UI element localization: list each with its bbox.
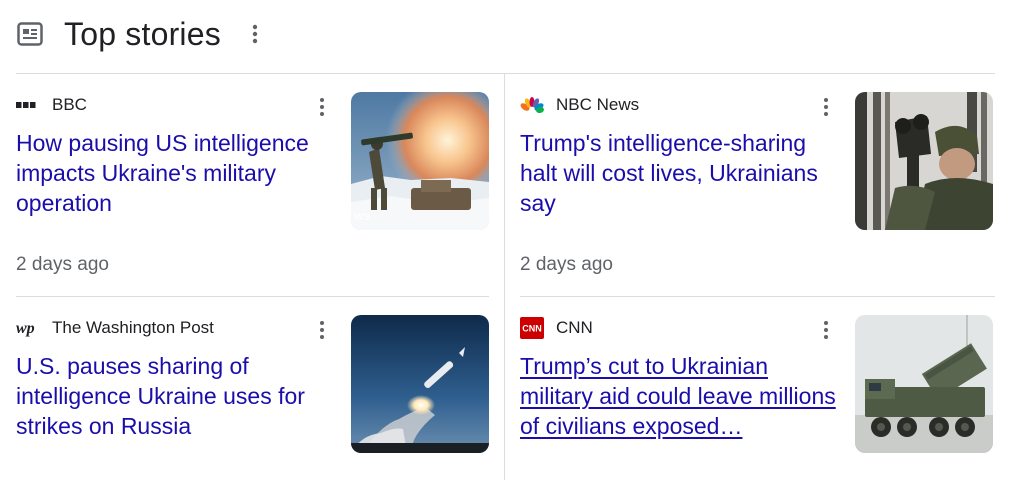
nbc-peacock-logo-icon (520, 94, 546, 116)
timestamp: 2 days ago (520, 254, 613, 275)
wp-logo-icon: wp (16, 317, 42, 339)
headline-text: Trump's intelligence-sharing halt will c… (520, 130, 818, 216)
missile-launch-image[interactable] (351, 315, 489, 453)
cnn-logo-icon: CNN (520, 317, 546, 339)
section-title: Top stories (64, 15, 221, 52)
headline-text: U.S. pauses sharing of intelligence Ukra… (16, 353, 305, 439)
story-headline[interactable]: Trump's intelligence-sharing halt will c… (520, 128, 842, 218)
timestamp: 2 days ago (16, 254, 109, 275)
more-vert-icon[interactable] (245, 16, 265, 52)
story-headline[interactable]: Trump’s cut to Ukrainian military aid co… (520, 351, 842, 441)
top-stories-header: Top stories (16, 14, 265, 54)
story-headline[interactable]: How pausing US intelligence impacts Ukra… (16, 128, 338, 218)
patriot-missile-launcher-image[interactable] (855, 315, 993, 453)
bbc-logo-icon (16, 94, 42, 116)
soldier-firing-rocket-launcher-image[interactable]: WS (351, 92, 489, 230)
svg-text:wp: wp (16, 320, 35, 337)
source-name: The Washington Post (52, 318, 214, 337)
svg-text:WS: WS (354, 212, 370, 223)
source-name: NBC News (556, 95, 640, 114)
soldier-with-binoculars-image[interactable] (855, 92, 993, 230)
story-card[interactable]: BBC How pausing US intelligence impacts … (16, 74, 494, 275)
story-card[interactable]: wp The Washington Post U.S. pauses shari… (16, 297, 494, 480)
story-card[interactable]: CNN CNN Trump’s cut to Ukrainian militar… (520, 297, 998, 480)
newspaper-icon (16, 20, 44, 48)
source-row: CNN CNN (520, 317, 593, 339)
source-name: BBC (52, 95, 87, 114)
more-vert-icon[interactable] (312, 317, 332, 343)
more-vert-icon[interactable] (312, 94, 332, 120)
source-row: wp The Washington Post (16, 317, 214, 339)
story-card[interactable]: NBC News Trump's intelligence-sharing ha… (520, 74, 998, 275)
story-headline[interactable]: U.S. pauses sharing of intelligence Ukra… (16, 351, 338, 441)
svg-text:CNN: CNN (522, 324, 542, 334)
source-row: NBC News (520, 94, 639, 116)
headline-text: Trump’s cut to Ukrainian military aid co… (520, 353, 836, 439)
source-name: CNN (556, 318, 593, 337)
more-vert-icon[interactable] (816, 317, 836, 343)
headline-text: How pausing US intelligence impacts Ukra… (16, 130, 309, 216)
more-vert-icon[interactable] (816, 94, 836, 120)
column-divider (504, 74, 505, 480)
source-row: BBC (16, 94, 87, 116)
